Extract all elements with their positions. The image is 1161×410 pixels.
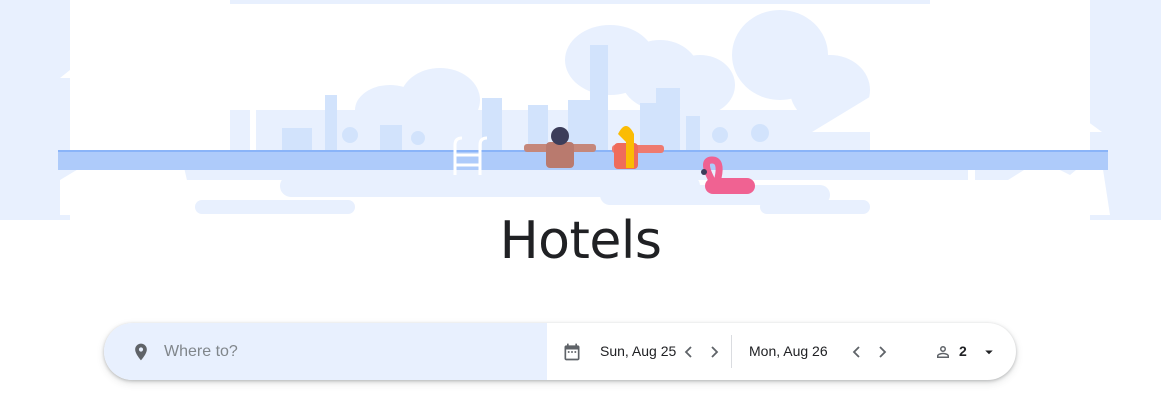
check-in-next-button[interactable] bbox=[705, 343, 723, 361]
location-pin-icon bbox=[135, 343, 147, 361]
date-divider bbox=[731, 335, 732, 368]
destination-input[interactable] bbox=[164, 323, 534, 380]
guests-selector[interactable]: 2 bbox=[930, 323, 1010, 380]
check-out-date[interactable]: Mon, Aug 26 bbox=[749, 323, 828, 380]
check-out-next-button[interactable] bbox=[873, 343, 891, 361]
chevron-left-icon bbox=[684, 346, 692, 358]
guest-count: 2 bbox=[959, 343, 967, 359]
check-in-prev-button[interactable] bbox=[680, 343, 698, 361]
check-in-date[interactable]: Sun, Aug 25 bbox=[600, 323, 676, 380]
chevron-right-icon bbox=[879, 346, 887, 358]
chevron-right-icon bbox=[711, 346, 719, 358]
page-title: Hotels bbox=[499, 211, 662, 271]
calendar-icon[interactable] bbox=[562, 342, 582, 362]
destination-field[interactable] bbox=[104, 323, 547, 380]
check-out-prev-button[interactable] bbox=[848, 343, 866, 361]
hotel-search-bar: Sun, Aug 25 Mon, Aug 26 2 bbox=[104, 323, 1016, 380]
chevron-left-icon bbox=[852, 346, 860, 358]
caret-down-icon bbox=[985, 350, 993, 355]
person-icon bbox=[937, 346, 949, 358]
